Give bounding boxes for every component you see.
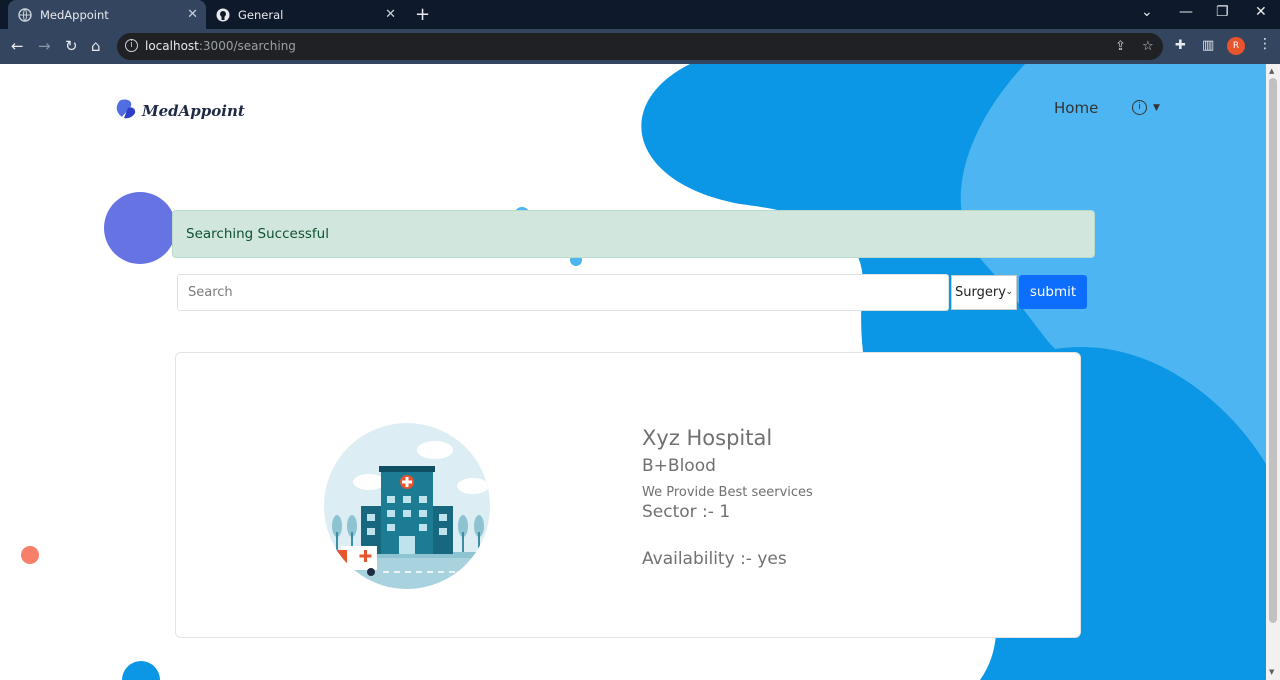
caret-down-icon: ▼ — [1153, 102, 1160, 113]
minimize-icon[interactable]: — — [1179, 4, 1193, 20]
decorative-dot-salmon — [21, 546, 39, 564]
window-close-icon[interactable]: ✕ — [1255, 4, 1267, 20]
browser-toolbar: ← → ↻ ⌂ i localhost:3000/searching ⇪ ☆ ✚… — [0, 29, 1280, 64]
close-tab-icon[interactable]: ✕ — [187, 7, 198, 22]
tab-title: MedAppoint — [40, 7, 109, 22]
share-icon[interactable]: ⇪ — [1115, 39, 1126, 54]
extensions-puzzle-icon[interactable]: ✚ — [1175, 38, 1186, 53]
decorative-circle-blue-bottom — [122, 661, 160, 680]
site-logo[interactable]: MedAppoint — [116, 98, 245, 123]
side-panel-icon[interactable]: ▥ — [1202, 38, 1214, 53]
hospital-name: Xyz Hospital — [642, 426, 773, 450]
reload-icon[interactable]: ↻ — [65, 37, 78, 55]
hospital-illustration — [324, 423, 490, 589]
blood-group: B+Blood — [642, 456, 716, 476]
browser-menu-icon[interactable]: ⋮ — [1258, 36, 1272, 52]
hospital-availability: Availability :- yes — [642, 549, 787, 569]
nav-home-link[interactable]: Home — [1054, 99, 1098, 117]
tab-title: General — [238, 7, 284, 22]
tab-search-chevron-icon[interactable]: ⌄ — [1141, 4, 1153, 20]
nav-info-dropdown[interactable]: i ▼ — [1132, 100, 1160, 115]
url-text[interactable]: localhost:3000/searching — [145, 39, 296, 53]
page-scrollbar[interactable]: ▲ ▼ — [1266, 64, 1280, 680]
site-info-icon[interactable]: i — [125, 39, 138, 52]
category-select[interactable]: Surgery ⌄ — [951, 275, 1017, 310]
globe-icon — [18, 7, 32, 22]
search-input[interactable] — [177, 274, 949, 311]
browser-tab-medappoint[interactable]: MedAppoint ✕ — [8, 0, 206, 29]
hospital-result-card — [175, 352, 1081, 638]
scroll-up-arrow-icon[interactable]: ▲ — [1269, 67, 1274, 75]
home-icon[interactable]: ⌂ — [91, 37, 101, 55]
success-alert: Searching Successful — [172, 210, 1095, 258]
medappoint-logo-icon — [116, 98, 137, 123]
forward-arrow-icon[interactable]: → — [38, 37, 51, 55]
maximize-icon[interactable]: ❐ — [1216, 4, 1229, 20]
back-arrow-icon[interactable]: ← — [11, 37, 24, 55]
profile-avatar[interactable]: R — [1227, 37, 1245, 55]
decorative-circle-purple — [104, 192, 176, 264]
browser-tab-general[interactable]: General ✕ — [206, 0, 404, 29]
chevron-down-icon: ⌄ — [1005, 287, 1013, 297]
browser-tab-bar: MedAppoint ✕ General ✕ + ⌄ — ❐ ✕ — [0, 0, 1280, 29]
new-tab-plus-icon[interactable]: + — [415, 4, 430, 25]
bookmark-star-icon[interactable]: ☆ — [1142, 39, 1154, 54]
hospital-description: We Provide Best seervices — [642, 485, 813, 500]
scrollbar-thumb[interactable] — [1269, 78, 1277, 623]
github-icon — [216, 8, 230, 22]
page-viewport: MedAppoint Home i ▼ Searching Successful… — [0, 64, 1266, 680]
submit-button[interactable]: submit — [1019, 275, 1087, 309]
hospital-sector: Sector :- 1 — [642, 502, 731, 522]
category-select-value: Surgery — [955, 285, 1006, 300]
scroll-down-arrow-icon[interactable]: ▼ — [1269, 668, 1274, 676]
logo-text: MedAppoint — [142, 101, 245, 120]
close-tab-icon[interactable]: ✕ — [385, 7, 396, 22]
info-circle-icon: i — [1132, 100, 1147, 115]
address-bar[interactable]: i localhost:3000/searching ⇪ ☆ — [117, 33, 1163, 60]
